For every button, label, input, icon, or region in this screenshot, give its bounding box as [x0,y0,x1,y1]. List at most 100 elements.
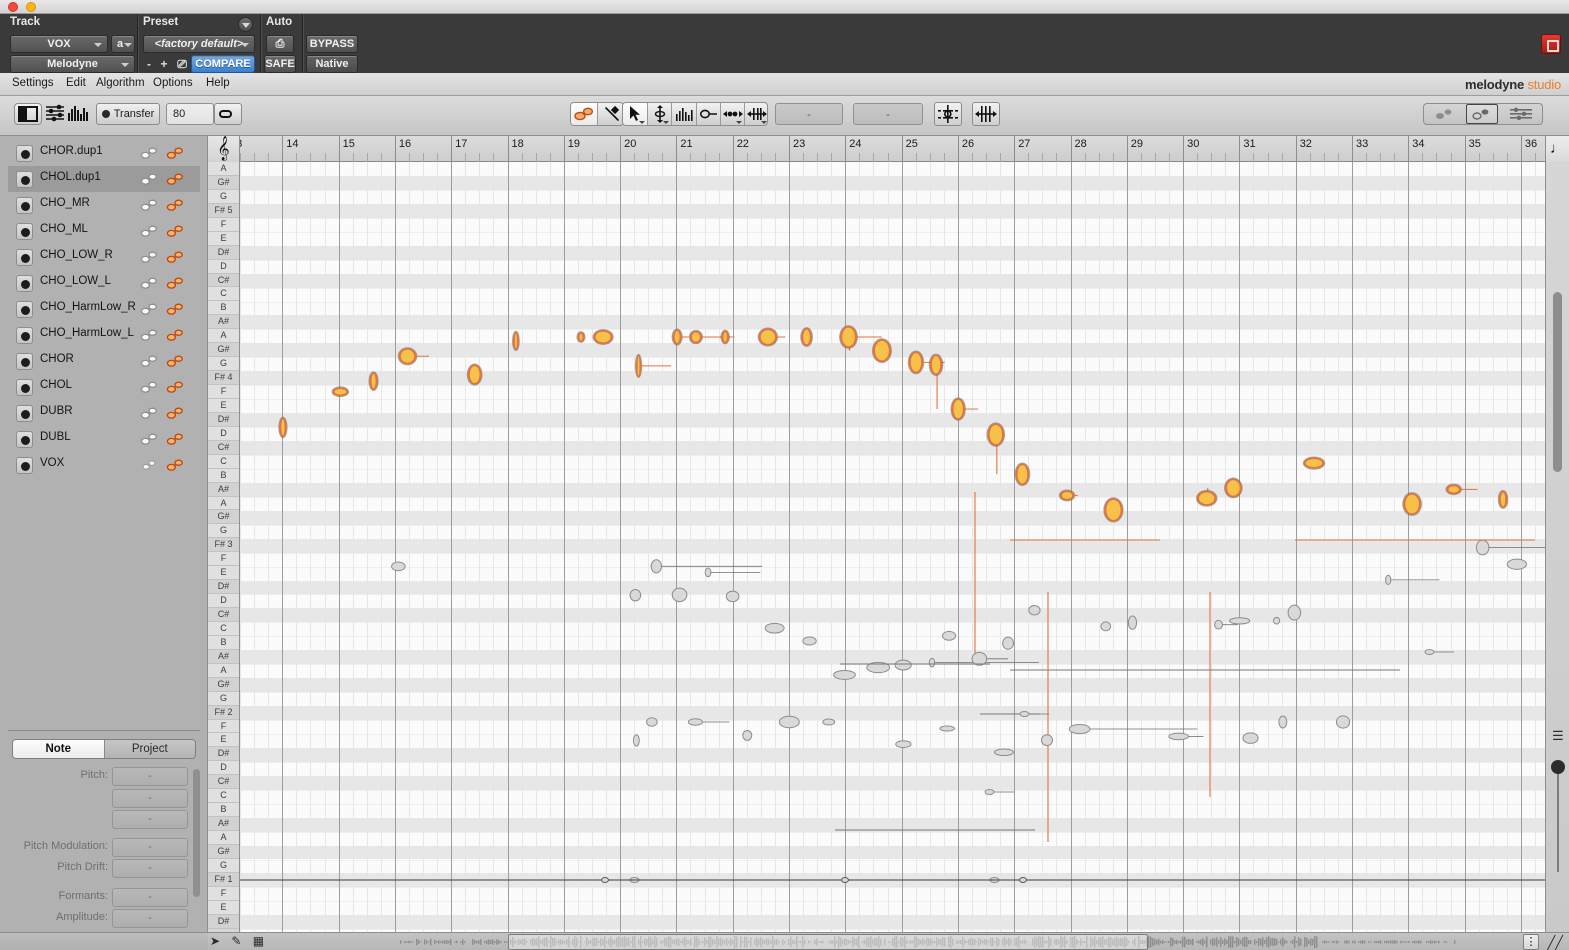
note-blob[interactable] [822,718,836,726]
pitch-key-label[interactable]: E [208,566,239,581]
inspector-value[interactable]: - [112,789,188,808]
pitch-key-label[interactable]: F [208,217,239,232]
track-record-button[interactable] [16,249,33,266]
note-blob-selected[interactable] [757,327,786,347]
pitch-key-label[interactable]: B [208,468,239,483]
track-blob-orange-icon[interactable] [166,379,184,395]
pitch-key-label[interactable]: F# 1 [208,872,239,887]
tempo-input[interactable]: 80 [166,103,214,125]
track-row[interactable]: DUBR [8,400,200,426]
pitch-key-label[interactable]: A# [208,315,239,330]
track-blob-gray-icon[interactable] [140,457,158,473]
note-blob-selected[interactable] [1058,489,1078,502]
note-blob-icon[interactable] [571,103,598,125]
note-blob[interactable] [1278,715,1288,729]
pitch-key-label[interactable]: D [208,259,239,274]
pitch-key-label[interactable]: F# 2 [208,705,239,720]
pitch-key-label[interactable]: D# [208,747,239,762]
note-blob[interactable] [1335,715,1351,729]
record-indicator[interactable] [1541,34,1561,54]
note-blob-selected[interactable] [950,397,979,421]
note-blob-selected[interactable] [278,416,288,439]
toolbar-field-2[interactable]: - [853,103,923,125]
snap-pitch-icon[interactable] [934,102,962,126]
note-blob[interactable] [802,636,817,646]
menu-algorithm[interactable]: Algorithm [96,77,145,89]
note-blob[interactable] [1229,617,1251,625]
note-blob-selected[interactable] [466,363,483,386]
note-blob-selected[interactable] [720,329,730,345]
pitch-keyboard-column[interactable]: A G# G F# 5 F E D# D C# C B A# A G# G F# 4 F E D# D C# C B A# A G… [208,162,240,932]
note-blob[interactable] [687,718,730,726]
track-row[interactable]: DUBL [8,426,200,452]
track-blob-orange-icon[interactable] [166,275,184,291]
note-blob[interactable] [1424,649,1454,655]
pitch-key-label[interactable]: A# [208,482,239,497]
baseline-marker[interactable] [841,877,849,883]
note-blob-selected[interactable] [368,371,379,391]
pitch-key-label[interactable]: E [208,733,239,748]
track-row[interactable]: CHOR.dup1 [8,140,200,166]
pitch-key-label[interactable]: D# [208,580,239,595]
note-editor-grid[interactable] [240,162,1545,932]
note-blob[interactable] [1475,539,1545,556]
track-record-button[interactable] [16,275,33,292]
pitch-key-label[interactable]: A [208,162,239,176]
track-blob-orange-icon[interactable] [166,249,184,265]
note-blob[interactable] [1100,621,1112,632]
track-blob-gray-icon[interactable] [140,379,158,395]
note-blob-selected[interactable] [1445,483,1478,496]
note-blob[interactable] [993,748,1015,757]
pitch-key-label[interactable]: G [208,691,239,706]
note-blob-selected[interactable] [986,422,1006,447]
note-blob[interactable] [1242,732,1259,744]
track-row[interactable]: CHOL.dup1 [8,166,200,192]
grid-icon[interactable]: ▦ [253,934,271,948]
transfer-button[interactable]: Transfer [96,103,160,125]
vertical-scroll-thumb[interactable] [1553,292,1562,472]
note-blob[interactable] [1287,604,1302,621]
track-row[interactable]: CHO_HarmLow_R [8,296,200,322]
pitch-key-label[interactable]: D [208,761,239,776]
safe-button[interactable]: SAFE [264,55,296,73]
note-blob-selected[interactable] [634,353,672,378]
note-blob[interactable] [1385,574,1440,585]
time-handle-tool-icon[interactable] [745,103,767,125]
menu-edit[interactable]: Edit [66,77,86,89]
track-record-button[interactable] [16,171,33,188]
preset-menu-icon[interactable] [238,17,253,32]
track-row[interactable]: CHO_LOW_R [8,244,200,270]
pitch-key-label[interactable]: B [208,803,239,818]
pitch-key-label[interactable]: C# [208,775,239,790]
track-blob-orange-icon[interactable] [166,327,184,343]
pitch-key-label[interactable]: G [208,189,239,204]
note-blob[interactable] [778,715,800,729]
track-blob-gray-icon[interactable] [140,327,158,343]
track-blob-orange-icon[interactable] [166,197,184,213]
track-row[interactable]: CHOR [8,348,200,374]
pitch-key-label[interactable]: F [208,552,239,567]
note-blob[interactable] [941,630,957,641]
track-row[interactable]: CHO_ML [8,218,200,244]
note-blob[interactable] [1273,616,1281,625]
pitch-key-label[interactable]: D [208,426,239,441]
pitch-key-label[interactable]: B [208,635,239,650]
track-record-button[interactable] [16,353,33,370]
note-blob-selected[interactable] [1497,490,1509,509]
pitch-key-label[interactable]: G# [208,510,239,525]
track-blob-orange-icon[interactable] [166,223,184,239]
native-button[interactable]: Native [306,55,358,73]
note-blob[interactable] [971,651,1008,666]
note-blob[interactable] [984,789,1014,795]
pitch-key-label[interactable]: F# 5 [208,203,239,218]
vertical-scrollbar[interactable]: ☰ [1545,162,1569,932]
menu-options[interactable]: Options [153,77,193,89]
menu-help[interactable]: Help [206,77,230,89]
amplitude-tool-icon[interactable] [697,103,721,125]
note-blob-selected[interactable] [928,353,944,376]
note-blob[interactable] [1028,604,1041,616]
track-blob-orange-icon[interactable] [166,431,184,447]
note-blob[interactable] [391,561,406,572]
track-blob-orange-icon[interactable] [166,145,184,161]
vertical-zoom-slider[interactable] [1557,772,1559,872]
